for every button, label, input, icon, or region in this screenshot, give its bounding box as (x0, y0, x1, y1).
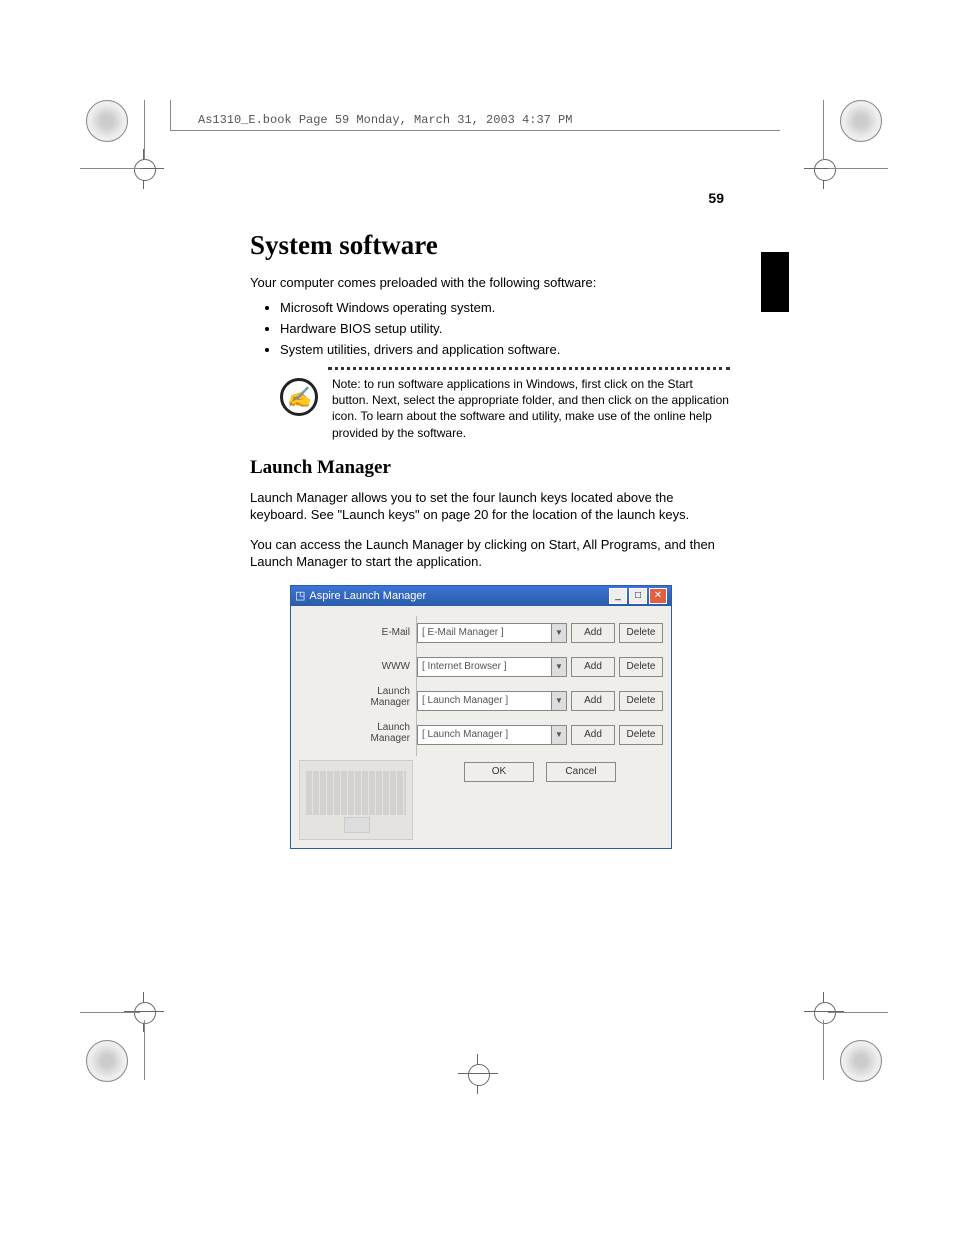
minimize-button[interactable]: _ (609, 588, 627, 604)
dialog-body: E-Mail WWW Launch Manager Launch Manager (291, 606, 671, 848)
program-combo[interactable]: [ Launch Manager ] ▼ (417, 725, 567, 745)
section-tab (761, 252, 789, 312)
delete-button[interactable]: Delete (619, 725, 663, 745)
assignment-row: [ Launch Manager ] ▼ Add Delete (417, 718, 663, 752)
crop-line (828, 168, 888, 169)
add-button[interactable]: Add (571, 657, 615, 677)
program-combo[interactable]: [ Launch Manager ] ▼ (417, 691, 567, 711)
note-text: Note: to run software applications in Wi… (332, 376, 730, 441)
key-label-line: Launch (377, 722, 410, 733)
crop-mark-icon (464, 1060, 492, 1088)
maximize-button[interactable]: □ (629, 588, 647, 604)
delete-button[interactable]: Delete (619, 657, 663, 677)
combo-value: [ E-Mail Manager ] (418, 627, 551, 638)
chevron-down-icon: ▼ (551, 726, 566, 744)
crop-line (144, 1020, 145, 1080)
note-block: ✍ Note: to run software applications in … (280, 376, 730, 441)
keyboard-illustration (299, 760, 413, 840)
list-item: Hardware BIOS setup utility. (280, 321, 730, 336)
paragraph: Launch Manager allows you to set the fou… (250, 489, 730, 524)
registration-mark (86, 1040, 128, 1082)
crop-line (144, 100, 145, 160)
program-combo[interactable]: [ E-Mail Manager ] ▼ (417, 623, 567, 643)
page-content: System software Your computer comes prel… (250, 230, 730, 849)
dialog-title: Aspire Launch Manager (309, 590, 426, 602)
chevron-down-icon: ▼ (551, 692, 566, 710)
assignment-row: [ Launch Manager ] ▼ Add Delete (417, 684, 663, 718)
assignments-column: [ E-Mail Manager ] ▼ Add Delete [ Intern… (417, 612, 663, 840)
crop-line (80, 168, 140, 169)
crop-mark-icon (810, 155, 838, 183)
add-button[interactable]: Add (571, 691, 615, 711)
assignment-row: [ E-Mail Manager ] ▼ Add Delete (417, 616, 663, 650)
cancel-button[interactable]: Cancel (546, 762, 616, 782)
assignment-row: [ Internet Browser ] ▼ Add Delete (417, 650, 663, 684)
crop-line (828, 1012, 888, 1013)
key-label-launch-manager: Launch Manager (299, 684, 417, 720)
delete-button[interactable]: Delete (619, 623, 663, 643)
dialog-titlebar: ◳ Aspire Launch Manager _ □ ✕ (291, 586, 671, 606)
scanned-page: As1310_E.book Page 59 Monday, March 31, … (0, 0, 954, 1235)
book-header: As1310_E.book Page 59 Monday, March 31, … (198, 113, 572, 127)
crop-line (80, 1012, 140, 1013)
launch-manager-dialog: ◳ Aspire Launch Manager _ □ ✕ E-Mail WWW… (290, 585, 672, 849)
key-label-email: E-Mail (299, 616, 417, 650)
header-rule (170, 100, 171, 130)
heading-system-software: System software (250, 230, 730, 261)
add-button[interactable]: Add (571, 725, 615, 745)
chevron-down-icon: ▼ (551, 624, 566, 642)
combo-value: [ Launch Manager ] (418, 729, 551, 740)
note-icon: ✍ (280, 378, 318, 416)
combo-value: [ Launch Manager ] (418, 695, 551, 706)
key-label-www: WWW (299, 650, 417, 684)
list-item: Microsoft Windows operating system. (280, 300, 730, 315)
heading-launch-manager: Launch Manager (250, 457, 730, 479)
intro-text: Your computer comes preloaded with the f… (250, 275, 730, 290)
app-icon: ◳ (295, 589, 305, 602)
registration-mark (840, 1040, 882, 1082)
page-number: 59 (708, 190, 724, 206)
list-item: System utilities, drivers and applicatio… (280, 342, 730, 357)
dialog-footer: OK Cancel (417, 762, 663, 782)
note-divider (328, 367, 730, 370)
key-label-launch-manager: Launch Manager (299, 720, 417, 756)
combo-value: [ Internet Browser ] (418, 661, 551, 672)
chevron-down-icon: ▼ (551, 658, 566, 676)
program-combo[interactable]: [ Internet Browser ] ▼ (417, 657, 567, 677)
key-labels-column: E-Mail WWW Launch Manager Launch Manager (299, 612, 417, 840)
key-label-line: Manager (371, 733, 410, 744)
ok-button[interactable]: OK (464, 762, 534, 782)
crop-line (823, 1020, 824, 1080)
registration-mark (86, 100, 128, 142)
key-label-line: Launch (377, 686, 410, 697)
close-button[interactable]: ✕ (649, 588, 667, 604)
crop-line (823, 100, 824, 160)
paragraph: You can access the Launch Manager by cli… (250, 536, 730, 571)
delete-button[interactable]: Delete (619, 691, 663, 711)
key-label-line: Manager (371, 697, 410, 708)
software-list: Microsoft Windows operating system. Hard… (250, 300, 730, 357)
add-button[interactable]: Add (571, 623, 615, 643)
registration-mark (840, 100, 882, 142)
header-rule (170, 130, 780, 131)
